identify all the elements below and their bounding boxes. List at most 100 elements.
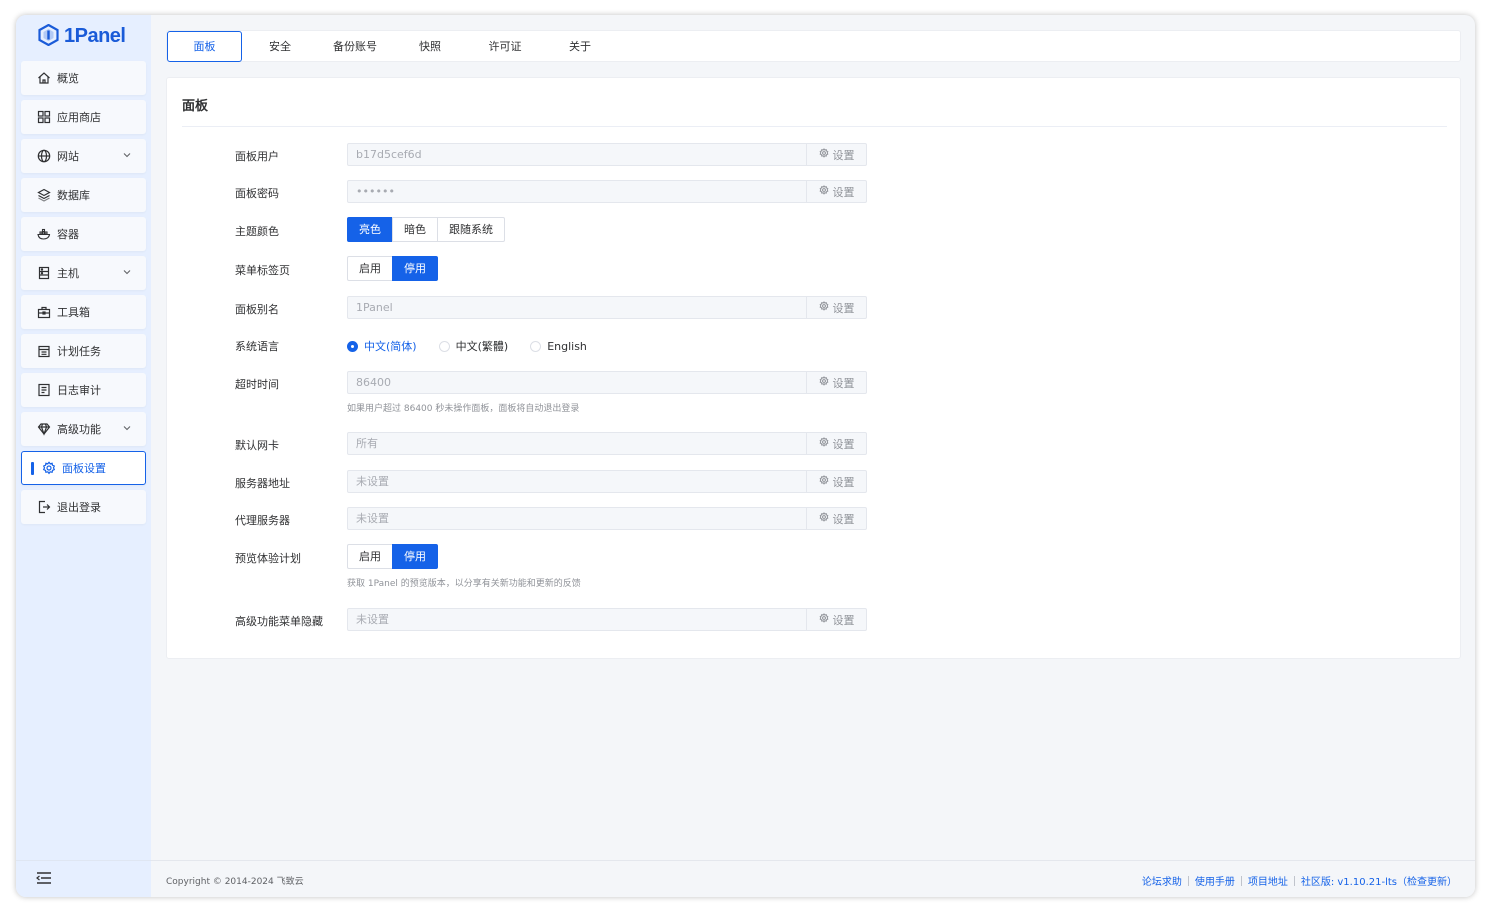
proxy-server-label: 代理服务器: [235, 514, 290, 527]
logo[interactable]: 1Panel: [38, 23, 126, 49]
radio-dot: [438, 340, 450, 352]
diamond-icon: [37, 422, 51, 436]
radio-label: 中文(简体): [364, 340, 417, 353]
advanced-menu-hide-field: 未设置 设置: [347, 608, 867, 631]
sidebar-item-label: 数据库: [57, 189, 90, 202]
sidebar-item-label: 面板设置: [62, 462, 106, 475]
menu-tabs-label: 菜单标签页: [235, 264, 290, 277]
language-radio-zh-hans[interactable]: 中文(简体): [347, 338, 417, 354]
radio-label: 中文(繁體): [455, 340, 509, 353]
forum-help-link[interactable]: 论坛求助: [1142, 873, 1182, 888]
panel-password-set-button[interactable]: 设置: [806, 181, 866, 202]
menu-collapse-icon[interactable]: [36, 871, 52, 885]
chevron-down-icon: [122, 267, 132, 277]
language-radio-zh-hant[interactable]: 中文(繁體): [438, 338, 509, 354]
calendar-icon: [37, 344, 51, 358]
proxy-server-field: 未设置 设置: [347, 507, 867, 530]
set-label: 设置: [832, 512, 855, 526]
server-address-set-button[interactable]: 设置: [806, 471, 866, 492]
tab-security[interactable]: 安全: [255, 32, 305, 62]
sidebar-item-database[interactable]: 数据库: [21, 178, 146, 212]
tab-backup-account[interactable]: 备份账号: [325, 32, 385, 62]
tab-about[interactable]: 关于: [555, 32, 605, 62]
advanced-menu-hide-input[interactable]: 未设置: [348, 609, 806, 630]
tab-snapshot[interactable]: 快照: [405, 32, 455, 62]
panel-alias-set-button[interactable]: 设置: [806, 297, 866, 318]
menu-tabs-option-disable[interactable]: 停用: [392, 256, 438, 281]
sidebar-item-log-audit[interactable]: 日志审计: [21, 373, 146, 407]
logo-hexagon-icon: [38, 23, 59, 49]
preview-plan-option-enable[interactable]: 启用: [347, 544, 393, 569]
language-radio-group: 中文(简体) 中文(繁體) English: [347, 338, 609, 354]
set-label: 设置: [832, 376, 855, 390]
card-divider: [182, 126, 1447, 127]
gear-icon: [819, 437, 829, 450]
menu-tabs-option-enable[interactable]: 启用: [347, 256, 393, 281]
panel-user-input[interactable]: b17d5cef6d: [348, 144, 806, 165]
tab-panel[interactable]: 面板: [167, 31, 242, 62]
gear-icon: [819, 148, 829, 161]
theme-option-auto[interactable]: 跟随系统: [437, 217, 505, 242]
chevron-down-icon: [122, 150, 132, 160]
sidebar-item-advanced[interactable]: 高级功能: [21, 412, 146, 446]
sidebar-item-host[interactable]: 主机: [21, 256, 146, 290]
timeout-field: 86400 设置: [347, 371, 867, 394]
gear-icon: [819, 475, 829, 488]
project-address-link[interactable]: 项目地址: [1248, 873, 1288, 888]
theme-option-light[interactable]: 亮色: [347, 217, 393, 242]
sidebar-item-label: 应用商店: [57, 111, 101, 124]
layers-icon: [37, 188, 51, 202]
chevron-down-icon: [122, 423, 132, 433]
advanced-menu-hide-set-button[interactable]: 设置: [806, 609, 866, 630]
panel-settings-card: 面板 面板用户 b17d5cef6d 设置 面板密码 •••••• 设置 主题颜…: [166, 77, 1461, 659]
server-address-input[interactable]: 未设置: [348, 471, 806, 492]
panel-alias-label: 面板别名: [235, 303, 279, 316]
server-icon: [37, 266, 51, 280]
sidebar-item-appstore[interactable]: 应用商店: [21, 100, 146, 134]
sidebar-item-label: 日志审计: [57, 384, 101, 397]
server-address-field: 未设置 设置: [347, 470, 867, 493]
gear-icon: [819, 613, 829, 626]
menu-tabs-segmented: 启用 停用: [347, 256, 438, 281]
footer: Copyright © 2014-2024 飞致云 论坛求助 使用手册 项目地址…: [151, 860, 1475, 897]
default-nic-input[interactable]: 所有: [348, 433, 806, 454]
theme-option-dark[interactable]: 暗色: [392, 217, 438, 242]
sidebar-item-logout[interactable]: 退出登录: [21, 490, 146, 524]
sidebar-item-label: 概览: [57, 72, 79, 85]
proxy-server-input[interactable]: 未设置: [348, 508, 806, 529]
sidebar-item-website[interactable]: 网站: [21, 139, 146, 173]
user-manual-link[interactable]: 使用手册: [1195, 873, 1235, 888]
sidebar-item-toolbox[interactable]: 工具箱: [21, 295, 146, 329]
timeout-set-button[interactable]: 设置: [806, 372, 866, 393]
card-title: 面板: [182, 99, 209, 114]
sidebar: 1Panel 概览 应用商店 网站 数据库 容器 主机 工具箱 计划任务 日志审…: [16, 15, 151, 897]
logo-text: 1Panel: [64, 25, 126, 47]
panel-alias-input[interactable]: 1Panel: [348, 297, 806, 318]
sidebar-item-overview[interactable]: 概览: [21, 61, 146, 95]
preview-plan-hint: 获取 1Panel 的预览版本，以分享有关新功能和更新的反馈: [347, 579, 581, 589]
panel-user-set-button[interactable]: 设置: [806, 144, 866, 165]
preview-plan-label: 预览体验计划: [235, 552, 301, 565]
sidebar-item-cron[interactable]: 计划任务: [21, 334, 146, 368]
sidebar-item-label: 工具箱: [57, 306, 90, 319]
preview-plan-option-disable[interactable]: 停用: [392, 544, 438, 569]
language-radio-english[interactable]: English: [530, 340, 587, 353]
panel-password-input[interactable]: ••••••: [348, 181, 806, 202]
sidebar-item-container[interactable]: 容器: [21, 217, 146, 251]
footer-separator: [1293, 875, 1295, 886]
tab-license[interactable]: 许可证: [475, 32, 535, 62]
gear-icon: [819, 185, 829, 198]
sidebar-item-panel-settings[interactable]: 面板设置: [21, 451, 146, 485]
toolbox-icon: [37, 305, 51, 319]
default-nic-label: 默认网卡: [235, 439, 279, 452]
sidebar-item-label: 计划任务: [57, 345, 101, 358]
docker-icon: [37, 227, 51, 241]
copyright-text: Copyright © 2014-2024 飞致云: [166, 877, 304, 887]
set-label: 设置: [832, 185, 855, 199]
proxy-server-set-button[interactable]: 设置: [806, 508, 866, 529]
default-nic-set-button[interactable]: 设置: [806, 433, 866, 454]
version-check-update-link[interactable]: 社区版: v1.10.21-lts（检查更新）: [1301, 873, 1457, 888]
panel-user-label: 面板用户: [235, 150, 279, 163]
sidebar-bottom: [16, 860, 151, 897]
timeout-input[interactable]: 86400: [348, 372, 806, 393]
